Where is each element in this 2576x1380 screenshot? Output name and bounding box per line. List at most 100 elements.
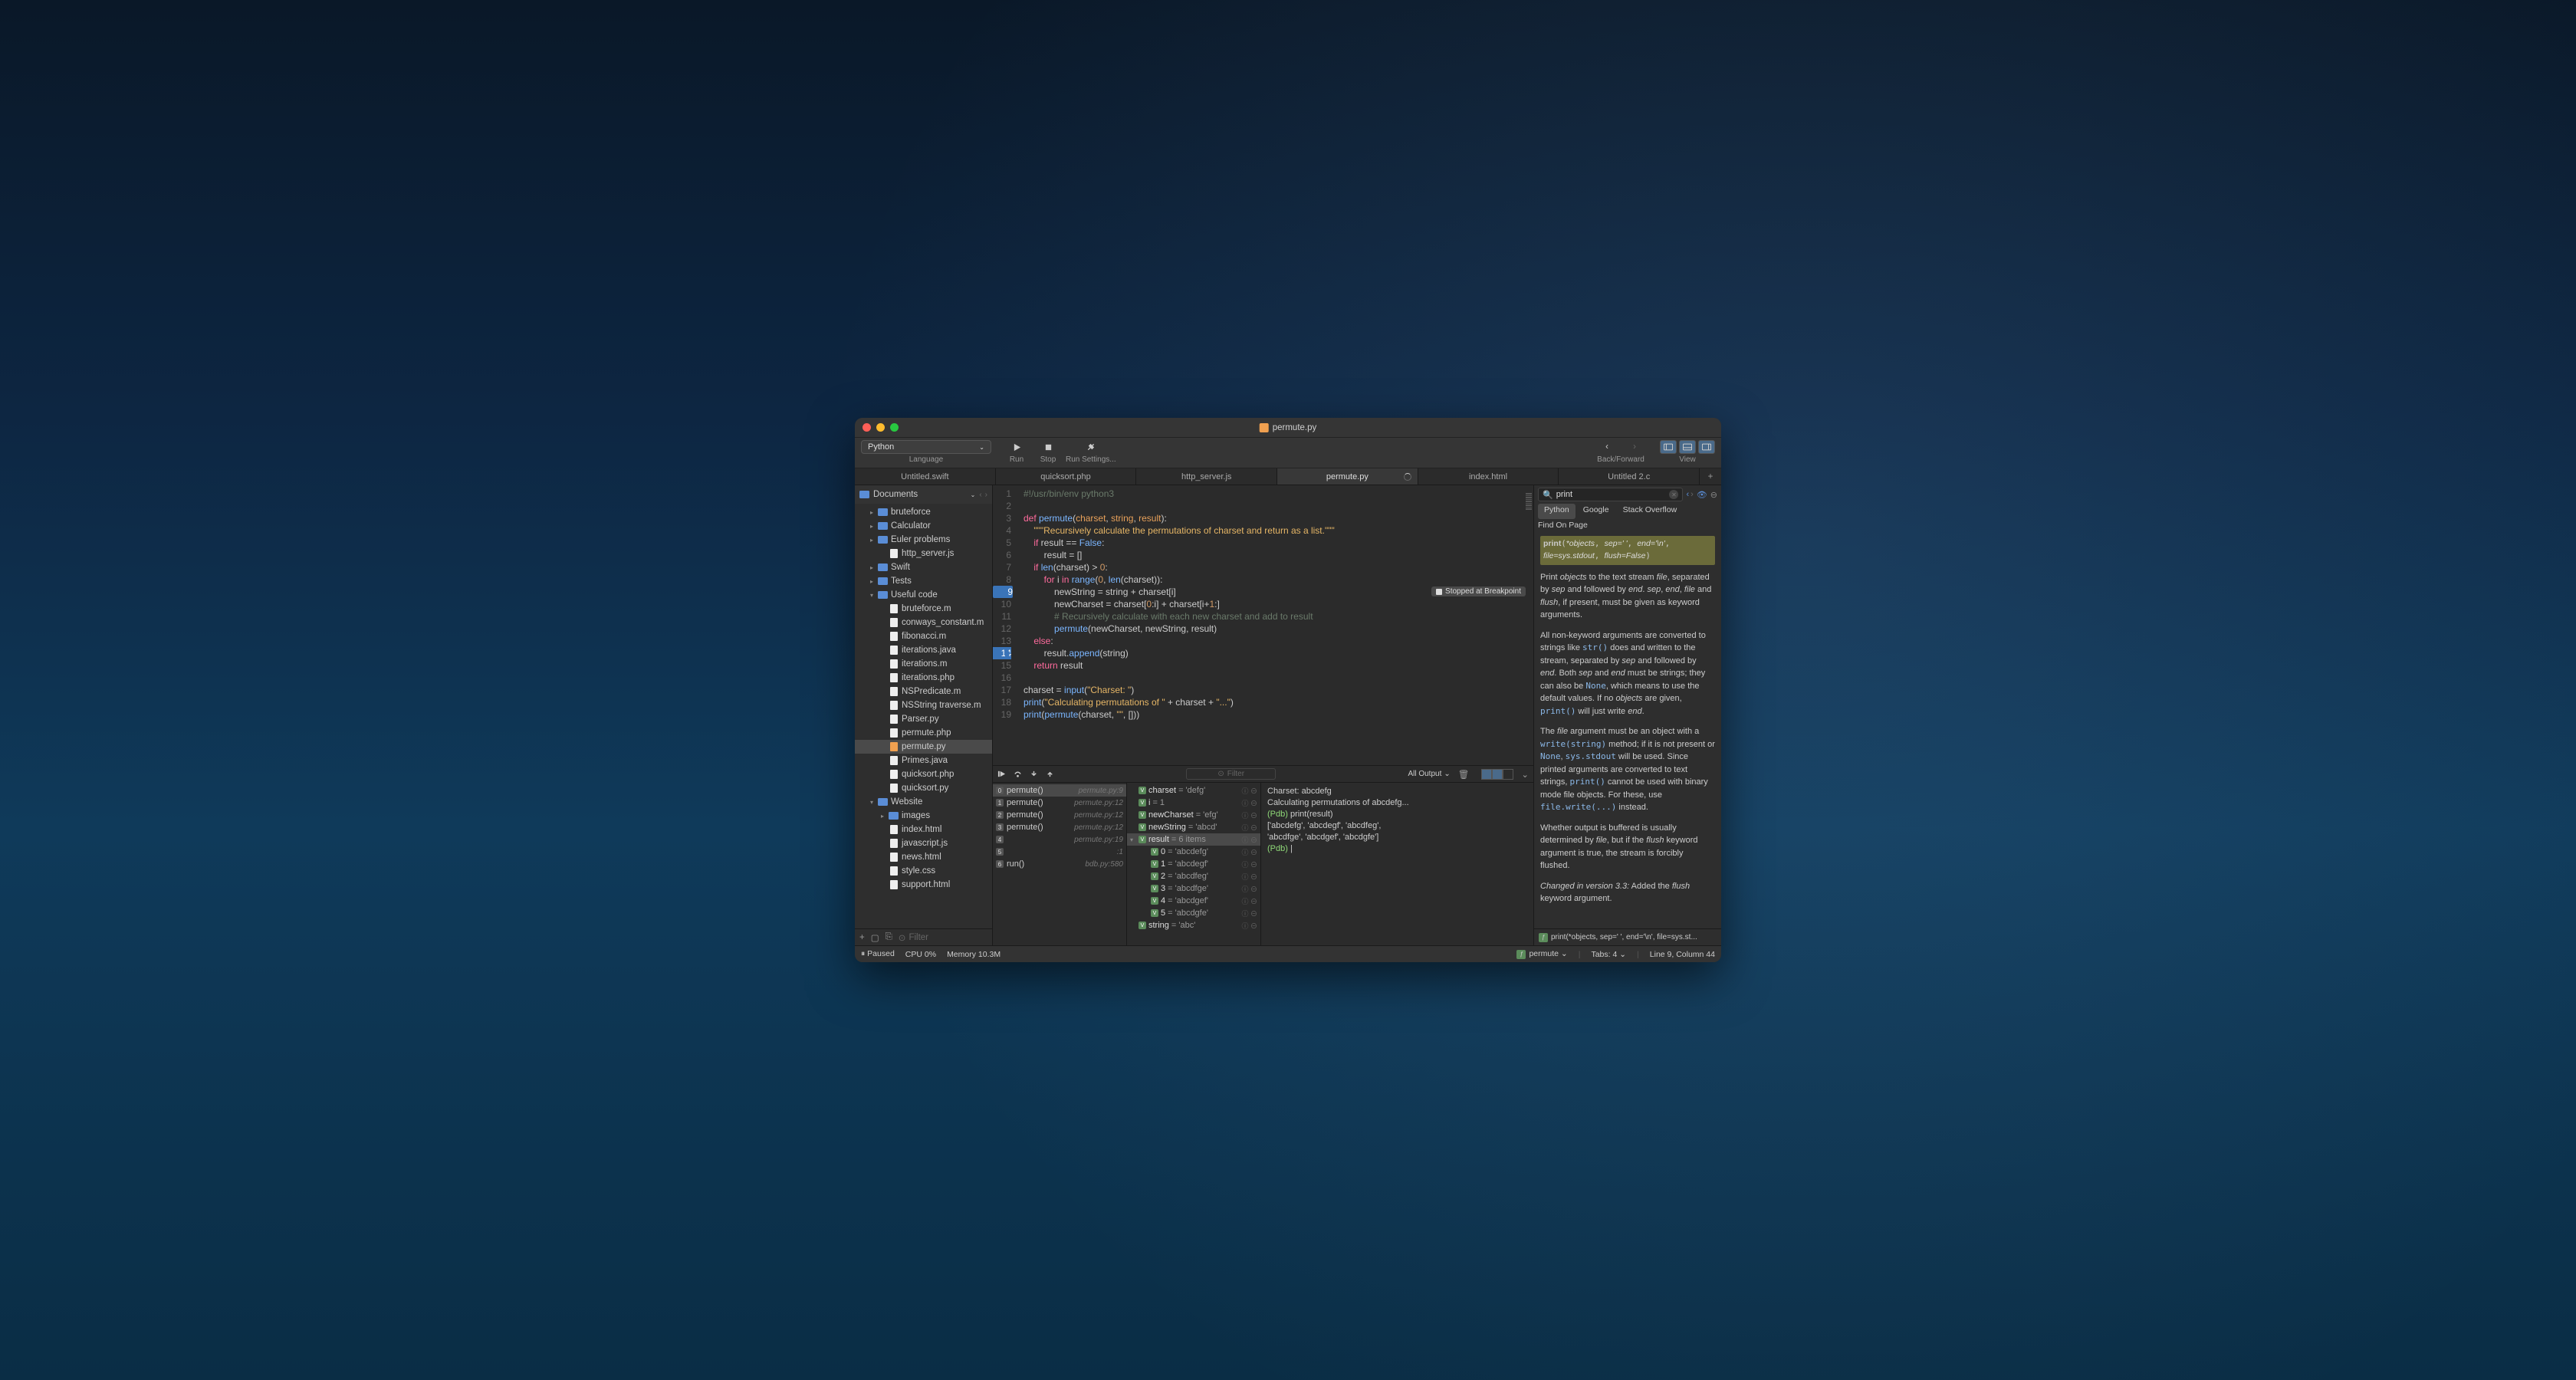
stack-frame[interactable]: 0permute()permute.py:9 (993, 784, 1126, 797)
folder-Euler-problems[interactable]: ▸Euler problems (855, 533, 992, 547)
tab-quicksort-php[interactable]: quicksort.php (996, 468, 1137, 485)
variable-row[interactable]: Vi = 1ⓘ ⊖ (1127, 797, 1260, 809)
variable-row[interactable]: ▾Vresult = 6 itemsⓘ ⊖ (1127, 833, 1260, 846)
folder-Website[interactable]: ▾Website (855, 795, 992, 809)
file-fibonacci-m[interactable]: fibonacci.m (855, 629, 992, 643)
file-bruteforce-m[interactable]: bruteforce.m (855, 602, 992, 616)
tab-permute-py[interactable]: permute.py (1277, 468, 1418, 485)
navigator-root[interactable]: Documents ⌄ ‹› (855, 485, 992, 504)
trash-icon[interactable]: 🗑 (1458, 769, 1470, 780)
step-out-icon[interactable] (1046, 770, 1054, 778)
doc-tab-stack-overflow[interactable]: Stack Overflow (1617, 504, 1684, 519)
folder-Swift[interactable]: ▸Swift (855, 560, 992, 574)
doc-fwd[interactable]: › (1691, 490, 1694, 499)
file-tree[interactable]: ▸bruteforce▸Calculator▸Euler problemshtt… (855, 504, 992, 928)
left-pane-toggle[interactable] (1660, 440, 1677, 454)
continue-icon[interactable] (997, 770, 1006, 778)
find-on-page[interactable]: Find On Page (1534, 519, 1721, 531)
file-Primes-java[interactable]: Primes.java (855, 754, 992, 767)
doc-tab-python[interactable]: Python (1538, 504, 1576, 519)
folder-bruteforce[interactable]: ▸bruteforce (855, 505, 992, 519)
file-support-html[interactable]: support.html (855, 878, 992, 892)
stack-frame[interactable]: 2permute()permute.py:12 (993, 809, 1126, 821)
back-button[interactable]: ‹ (1593, 440, 1621, 454)
run-button[interactable] (1003, 440, 1030, 454)
terminal-icon[interactable]: ⎘ (886, 932, 892, 942)
file-http_server-js[interactable]: http_server.js (855, 547, 992, 560)
output-selector[interactable]: All Output ⌄ (1408, 770, 1450, 778)
file-style-css[interactable]: style.css (855, 864, 992, 878)
tab-Untitled-swift[interactable]: Untitled.swift (855, 468, 996, 485)
nav-fwd[interactable]: › (985, 491, 987, 499)
variable-row[interactable]: V4 = 'abcdgef'ⓘ ⊖ (1127, 895, 1260, 907)
step-in-icon[interactable] (1030, 770, 1038, 778)
stack-frame[interactable]: 6run()bdb.py:580 (993, 858, 1126, 870)
doc-tab-google[interactable]: Google (1577, 504, 1615, 519)
file-permute-php[interactable]: permute.php (855, 726, 992, 740)
file-iterations-java[interactable]: iterations.java (855, 643, 992, 657)
variable-row[interactable]: Vstring = 'abc'ⓘ ⊖ (1127, 919, 1260, 932)
zoom-window-button[interactable] (890, 423, 899, 432)
bottom-pane-toggle[interactable] (1679, 440, 1696, 454)
folder-Tests[interactable]: ▸Tests (855, 574, 992, 588)
stack-frame[interactable]: 5:1 (993, 846, 1126, 858)
symbol-popup[interactable]: ƒpermute ⌄ (1516, 949, 1567, 959)
file-permute-py[interactable]: permute.py (855, 740, 992, 754)
tab-index-html[interactable]: index.html (1418, 468, 1559, 485)
doc-search-input[interactable]: 🔍 ✕ (1538, 488, 1683, 501)
close-window-button[interactable] (863, 423, 871, 432)
variable-row[interactable]: Vcharset = 'defg'ⓘ ⊖ (1127, 784, 1260, 797)
file-NSString-traverse-m[interactable]: NSString traverse.m (855, 698, 992, 712)
variable-row[interactable]: VnewString = 'abcd'ⓘ ⊖ (1127, 821, 1260, 833)
pane-seg-left[interactable] (1481, 769, 1492, 780)
file-javascript-js[interactable]: javascript.js (855, 836, 992, 850)
stack-frame[interactable]: 1permute()permute.py:12 (993, 797, 1126, 809)
add-icon[interactable]: + (859, 933, 865, 942)
variable-row[interactable]: VnewCharset = 'efg'ⓘ ⊖ (1127, 809, 1260, 821)
file-conways_constant-m[interactable]: conways_constant.m (855, 616, 992, 629)
stack-frame[interactable]: 4permute.py:19 (993, 833, 1126, 846)
file-Parser-py[interactable]: Parser.py (855, 712, 992, 726)
forward-button[interactable]: › (1621, 440, 1648, 454)
variable-row[interactable]: V5 = 'abcdgfe'ⓘ ⊖ (1127, 907, 1260, 919)
file-news-html[interactable]: news.html (855, 850, 992, 864)
right-pane-toggle[interactable] (1698, 440, 1715, 454)
doc-back[interactable]: ‹ (1686, 490, 1689, 499)
pause-indicator[interactable]: ⏸ Paused (861, 949, 895, 959)
file-quicksort-py[interactable]: quicksort.py (855, 781, 992, 795)
tab-width[interactable]: Tabs: 4 ⌄ (1591, 950, 1626, 959)
minimize-window-button[interactable] (876, 423, 885, 432)
pane-seg-mid[interactable] (1492, 769, 1503, 780)
expand-icon[interactable]: ⌄ (1521, 769, 1529, 780)
call-stack[interactable]: 0permute()permute.py:91permute()permute.… (993, 783, 1127, 945)
variable-row[interactable]: V2 = 'abcdfeg'ⓘ ⊖ (1127, 870, 1260, 882)
run-settings-button[interactable] (1077, 440, 1105, 454)
code-editor[interactable]: 12345678910111213141516171819 #!/usr/bin… (993, 485, 1533, 765)
tab-Untitled-2-c[interactable]: Untitled 2.c (1559, 468, 1700, 485)
debug-console[interactable]: Charset: abcdefgCalculating permutations… (1261, 783, 1533, 945)
variables-view[interactable]: Vcharset = 'defg'ⓘ ⊖Vi = 1ⓘ ⊖VnewCharset… (1127, 783, 1261, 945)
stop-button[interactable] (1034, 440, 1062, 454)
file-quicksort-php[interactable]: quicksort.php (855, 767, 992, 781)
stack-frame[interactable]: 3permute()permute.py:12 (993, 821, 1126, 833)
debug-filter-input[interactable]: ⊙ Filter (1186, 768, 1276, 780)
clear-search-icon[interactable]: ✕ (1669, 490, 1678, 499)
add-tab-button[interactable]: + (1700, 468, 1721, 485)
step-over-icon[interactable] (1014, 770, 1022, 778)
folder-Calculator[interactable]: ▸Calculator (855, 519, 992, 533)
variable-row[interactable]: V3 = 'abcdfge'ⓘ ⊖ (1127, 882, 1260, 895)
folder-Useful-code[interactable]: ▾Useful code (855, 588, 992, 602)
file-iterations-php[interactable]: iterations.php (855, 671, 992, 685)
folder-action-icon[interactable]: ▢ (871, 932, 879, 943)
tab-http_server-js[interactable]: http_server.js (1136, 468, 1277, 485)
file-iterations-m[interactable]: iterations.m (855, 657, 992, 671)
filter-input[interactable]: ⊙ Filter (899, 932, 987, 943)
variable-row[interactable]: V1 = 'abcdegf'ⓘ ⊖ (1127, 858, 1260, 870)
file-index-html[interactable]: index.html (855, 823, 992, 836)
minimap[interactable] (1526, 493, 1532, 539)
more-icon[interactable]: ⊖ (1710, 490, 1717, 500)
folder-images[interactable]: ▸images (855, 809, 992, 823)
pane-seg-right[interactable] (1503, 769, 1513, 780)
nav-back[interactable]: ‹ (979, 491, 981, 499)
eye-icon[interactable]: 👁 (1697, 490, 1707, 500)
